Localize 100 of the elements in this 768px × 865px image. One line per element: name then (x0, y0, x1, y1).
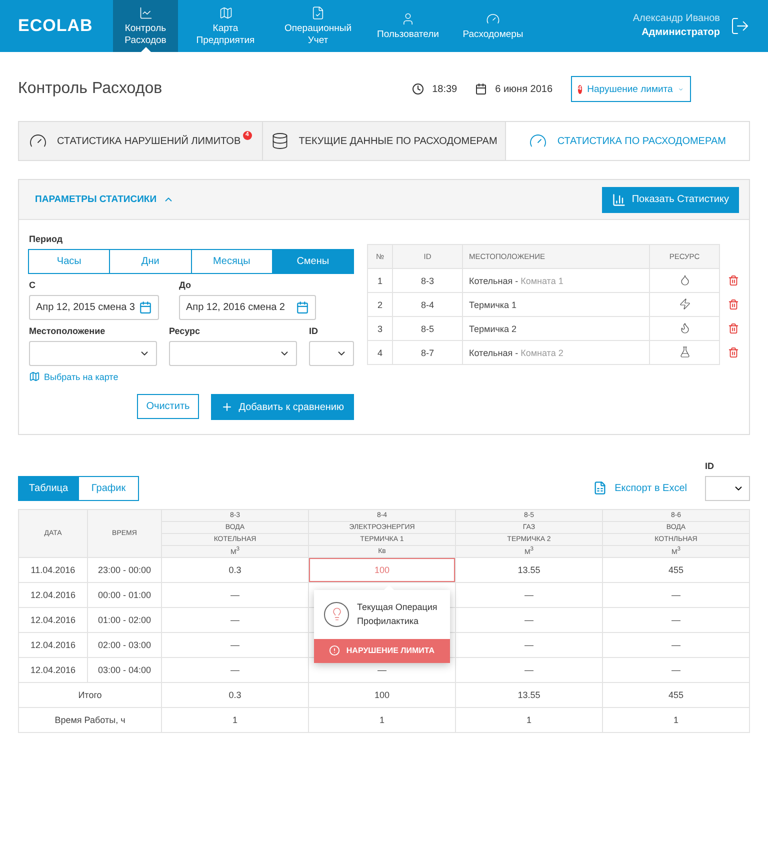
table-cell: 12.04.2016 (18, 582, 88, 608)
table-cell: — (162, 608, 308, 632)
period-option[interactable]: Дни (109, 249, 192, 274)
table-cell: — (162, 582, 308, 608)
map-icon (29, 371, 40, 382)
table-cell: — (162, 658, 308, 682)
delete-icon[interactable] (728, 274, 739, 286)
tab[interactable]: ТЕКУЩИЕ ДАННЫЕ ПО РАСХОДОМЕРАМ (262, 122, 506, 160)
period-option[interactable]: Смены (272, 249, 354, 274)
database-icon (270, 132, 289, 150)
time-text: 18:39 (432, 84, 458, 94)
lightning-icon (678, 298, 690, 310)
delete-icon[interactable] (728, 322, 739, 334)
table-cell: 01:00 - 02:00 (88, 608, 162, 632)
droplet-icon (678, 274, 690, 286)
field-label: Ресурс (169, 326, 202, 336)
map-icon (218, 6, 232, 20)
table-cell: 3 (368, 316, 392, 340)
calendar-icon (475, 83, 488, 95)
table-cell: Время Работы, ч (18, 708, 162, 732)
table-cell: — (456, 608, 602, 632)
table-cell: 1 (162, 708, 308, 732)
table-cell: 00:00 - 01:00 (88, 582, 162, 608)
nav-item[interactable]: Карта Предприятия (178, 0, 273, 52)
view-toggle[interactable]: Таблица (18, 476, 79, 501)
nav-item[interactable]: Расходомеры (453, 0, 533, 52)
table-cell: 2 (368, 292, 392, 316)
table-cell: 03:00 - 04:00 (88, 658, 162, 682)
table-cell: Термичка 2 (462, 316, 650, 340)
nav-item[interactable]: Контроль Расходов (113, 0, 178, 52)
operation-text: Текущая Операция Профилактика (357, 601, 438, 628)
table-cell: — (162, 632, 308, 658)
table-cell: — (602, 608, 750, 632)
table-cell: Котельная - Комната 2 (462, 340, 650, 364)
field-label: Местоположение (29, 326, 106, 336)
bar-chart-icon (612, 192, 626, 206)
logout-icon[interactable] (730, 16, 750, 36)
table-cell: 11.04.2016 (18, 558, 88, 582)
export-excel-link[interactable]: Експорт в Excel (592, 481, 687, 495)
table-cell: 02:00 - 03:00 (88, 632, 162, 658)
table-cell: Котельная - Комната 1 (462, 268, 650, 292)
logo: ECOLAB (18, 16, 94, 36)
field-label: Период (29, 234, 64, 244)
table-cell: 8-4 (392, 292, 462, 316)
table-cell: 100 (308, 682, 456, 708)
chart-icon (138, 6, 152, 20)
calendar-icon (139, 301, 152, 314)
flask-icon (678, 346, 690, 358)
table-cell: 455 (602, 682, 750, 708)
clock-icon (412, 83, 424, 95)
period-option[interactable]: Месяцы (190, 249, 273, 274)
delete-icon[interactable] (728, 346, 739, 358)
table-cell: 13.55 (456, 558, 602, 582)
table-cell: Термичка 1 (462, 292, 650, 316)
table-cell: 1 (368, 268, 392, 292)
nav-item[interactable]: Пользователи (363, 0, 453, 52)
user-icon (401, 12, 415, 26)
table-cell: 8-7 (392, 340, 462, 364)
table-cell: 12.04.2016 (18, 632, 88, 658)
table-cell: Итого (18, 682, 162, 708)
period-option[interactable]: Часы (28, 249, 110, 274)
delete-icon[interactable] (728, 298, 739, 310)
gauge-icon (486, 12, 500, 26)
add-to-comparison-button[interactable]: Добавить к сравнению (210, 394, 354, 420)
table-cell: — (456, 658, 602, 682)
field-label: До (179, 280, 192, 290)
table-cell: 8-5 (392, 316, 462, 340)
table-cell: 4 (368, 340, 392, 364)
clear-button[interactable]: Очистить (137, 394, 199, 419)
table-cell: 1 (456, 708, 602, 732)
table-cell: 12.04.2016 (18, 608, 88, 632)
table-cell: 455 (602, 558, 750, 582)
date-field[interactable]: Апр 12, 2015 смена 3 (29, 295, 159, 320)
date-field[interactable]: Апр 12, 2016 смена 2 (179, 295, 316, 320)
plus-icon (220, 401, 233, 413)
date-text: 6 июня 2016 (495, 84, 553, 94)
spreadsheet-icon (592, 481, 607, 495)
table-cell: 8-3 (392, 268, 462, 292)
table-cell: — (602, 658, 750, 682)
document-icon (311, 6, 325, 20)
show-statistics-button[interactable]: Показать Статистику (602, 186, 739, 212)
flame-icon (678, 322, 690, 334)
alert-text: НАРУШЕНИЕ ЛИМИТА (346, 646, 435, 656)
table-cell: 0.3 (162, 558, 308, 582)
lightbulb-icon (324, 602, 349, 627)
alert-icon (329, 645, 340, 656)
table-cell: — (456, 632, 602, 658)
table-cell: — (602, 632, 750, 658)
user-info: Александр Иванов Администратор (632, 12, 720, 40)
table-cell: 12.04.2016 (18, 658, 88, 682)
panel-toggle[interactable]: ПАРАМЕТРЫ СТАТИСИКИ (29, 193, 180, 206)
table-cell: 1 (308, 708, 456, 732)
nav-item[interactable]: Операционный Учет (273, 0, 363, 52)
view-toggle[interactable]: График (78, 476, 139, 501)
choose-on-map-link[interactable]: Выбрать на карте (29, 371, 354, 382)
table-cell: — (456, 582, 602, 608)
calendar-icon (296, 301, 309, 314)
table-cell: 1 (602, 708, 750, 732)
table-cell: — (602, 582, 750, 608)
field-label: С (29, 280, 36, 290)
